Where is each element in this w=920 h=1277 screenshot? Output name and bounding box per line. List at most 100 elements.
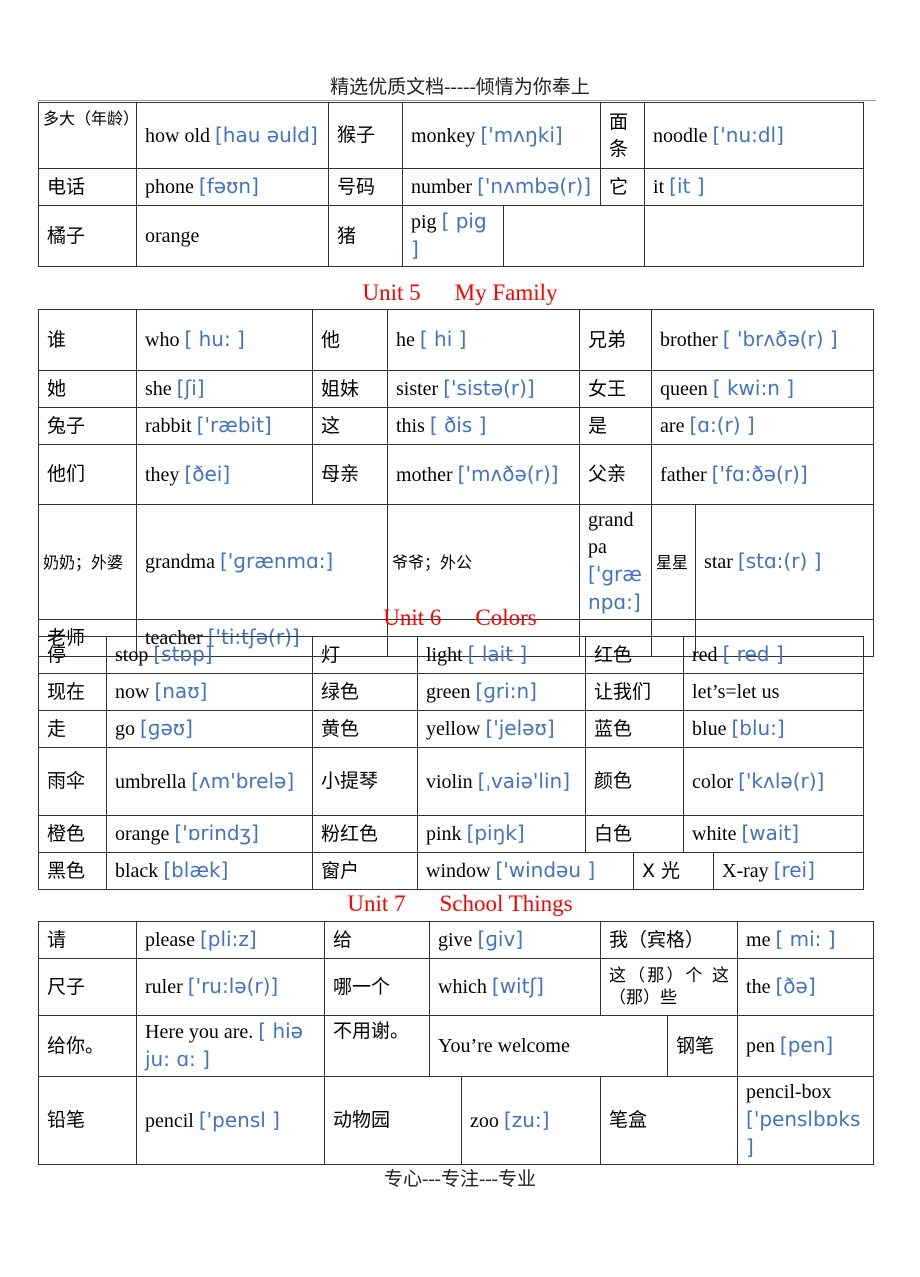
english-word: black <box>115 860 159 882</box>
phonetic-transcription: [ hi ] <box>419 327 467 351</box>
english-word: white <box>692 823 737 845</box>
chinese-term: 他们 <box>47 463 86 485</box>
chinese-term: 他 <box>321 328 341 351</box>
english-term-cell: ruler ['ru:lə(r)] <box>136 958 325 1016</box>
english-term-cell: green [ɡri:n] <box>417 673 586 711</box>
chinese-term: 尺子 <box>47 975 86 998</box>
english-term-cell: window ['windəu ] <box>417 852 634 890</box>
english-term-cell: grandpa ['grænpɑ:] <box>579 504 653 620</box>
table-row: 雨伞 umbrella [ʌm'brelə] 小提琴 violin [ˌvaiə… <box>38 747 865 816</box>
chinese-term: 面条 <box>609 110 629 160</box>
chinese-term: 多大（年龄） <box>43 109 140 128</box>
chinese-term-cell: 雨伞 <box>38 747 107 816</box>
english-word: queen <box>660 378 708 400</box>
english-word: sister <box>396 378 439 400</box>
vocab-table-unit6: 停 stop [stɒp] 灯 light [ lait ] 红色 red [ … <box>38 636 865 890</box>
phonetic-transcription: ['mʌŋki] <box>480 122 563 147</box>
english-word: pencil <box>145 1109 194 1132</box>
chinese-term-cell: 姐妹 <box>312 370 388 408</box>
phonetic-transcription: ['fɑ:ðə(r)] <box>711 461 808 486</box>
chinese-term-cell: 动物园 <box>324 1076 462 1165</box>
english-word: stop <box>115 644 149 666</box>
english-term-cell: pen [pen] <box>737 1015 875 1077</box>
chinese-term: 她 <box>47 377 67 400</box>
english-word: You’re welcome <box>438 1034 570 1057</box>
chinese-term: 绿色 <box>321 680 360 703</box>
chinese-term-cell: 哪一个 <box>324 958 430 1016</box>
english-word: pen <box>746 1035 775 1057</box>
english-word: father <box>660 463 707 486</box>
unit6-name: Colors <box>475 605 537 630</box>
chinese-term: 号码 <box>337 175 376 198</box>
chinese-term-cell: 让我们 <box>584 673 685 711</box>
phonetic-transcription: [naʊ] <box>154 679 208 703</box>
english-term-cell: pig [ pig ] <box>402 205 504 267</box>
english-term-cell: grandma ['ɡrænmɑ:] <box>136 504 388 620</box>
chinese-term: 母亲 <box>321 463 360 485</box>
english-word: brother <box>660 329 718 351</box>
english-term-cell: mother ['mʌðə(r)] <box>386 444 581 505</box>
chinese-term-cell: 母亲 <box>312 444 388 505</box>
phonetic-transcription: ['ɒrindʒ] <box>174 821 259 845</box>
phonetic-transcription: ['ɡrænmɑ:] <box>219 549 334 573</box>
chinese-term: 女王 <box>588 377 627 400</box>
english-word: the <box>746 976 771 998</box>
chinese-term-cell: 他 <box>312 309 388 371</box>
chinese-term-cell: 兄弟 <box>579 309 653 371</box>
chinese-term: 停 <box>47 643 67 666</box>
english-term-cell: they [ðei] <box>136 444 313 505</box>
english-word: light <box>426 644 463 666</box>
chinese-term-cell: 谁 <box>38 309 137 371</box>
english-word: orange <box>115 823 170 845</box>
chinese-term-cell: 多大（年龄） <box>38 102 140 169</box>
english-term-cell: who [ hu: ] <box>136 309 313 371</box>
phonetic-transcription: ['pensl ] <box>198 1107 280 1132</box>
chinese-term: X 光 <box>642 859 681 882</box>
chinese-term: 动物园 <box>333 1109 391 1131</box>
english-word: zoo <box>470 1109 499 1132</box>
chinese-term: 黑色 <box>47 859 86 882</box>
english-term-cell: zoo [zu:] <box>460 1076 602 1165</box>
chinese-term-cell: 号码 <box>328 168 403 206</box>
english-term-cell: light [ lait ] <box>417 636 586 674</box>
table-row: 电话 phone [fəʊn] 号码 number ['nʌmbə(r)] 它 … <box>38 168 865 206</box>
chinese-term-cell: 猴子 <box>328 102 403 169</box>
chinese-term-cell: 黄色 <box>312 710 418 748</box>
chinese-term-cell: 铅笔 <box>38 1076 137 1165</box>
english-word: number <box>411 176 473 198</box>
phonetic-transcription: [pen] <box>779 1033 834 1057</box>
english-word: which <box>438 976 487 998</box>
table-row: 兔子 rabbit ['ræbit] 这 this [ ðis ] 是 are … <box>38 407 875 445</box>
chinese-term: 这 <box>321 414 341 437</box>
phonetic-transcription: [ɡri:n] <box>475 679 537 703</box>
english-term-cell: it [it ] <box>644 168 865 206</box>
english-word: she <box>145 378 172 400</box>
english-word: star <box>704 551 733 573</box>
chinese-term: 父亲 <box>588 463 627 485</box>
english-word: monkey <box>411 124 476 147</box>
chinese-term: 颜色 <box>594 770 633 792</box>
english-term-cell: color ['kʌlə(r)] <box>683 747 865 816</box>
english-term-cell: queen [ kwi:n ] <box>651 370 875 408</box>
english-word: rabbit <box>145 415 192 437</box>
phonetic-transcription: [ 'brʌðə(r) ] <box>722 327 838 351</box>
chinese-term: 电话 <box>47 175 86 198</box>
english-word: yellow <box>426 718 481 740</box>
chinese-term: 小提琴 <box>321 770 379 792</box>
table-row: 尺子 ruler ['ru:lə(r)] 哪一个 which [witʃ] 这（… <box>38 958 875 1016</box>
chinese-term-cell: 灯 <box>312 636 418 674</box>
english-word: mother <box>396 463 453 486</box>
chinese-term: 姐妹 <box>321 377 360 400</box>
chinese-term-cell: 黑色 <box>38 852 107 890</box>
phonetic-transcription: [witʃ] <box>491 974 544 998</box>
chinese-term: 我（宾格） <box>609 928 705 951</box>
english-term-cell: orange <box>136 205 329 267</box>
phonetic-transcription: [piŋk] <box>466 821 525 845</box>
phonetic-transcription: [ hu: ] <box>184 327 245 351</box>
page-header: 精选优质文档-----倾情为你奉上 <box>330 77 590 98</box>
chinese-term-cell: 父亲 <box>579 444 653 505</box>
phonetic-transcription: [ ðis ] <box>429 413 487 437</box>
phonetic-transcription: ['sistə(r)] <box>443 376 535 400</box>
chinese-term-cell: 他们 <box>38 444 137 505</box>
chinese-term: 铅笔 <box>47 1109 86 1131</box>
